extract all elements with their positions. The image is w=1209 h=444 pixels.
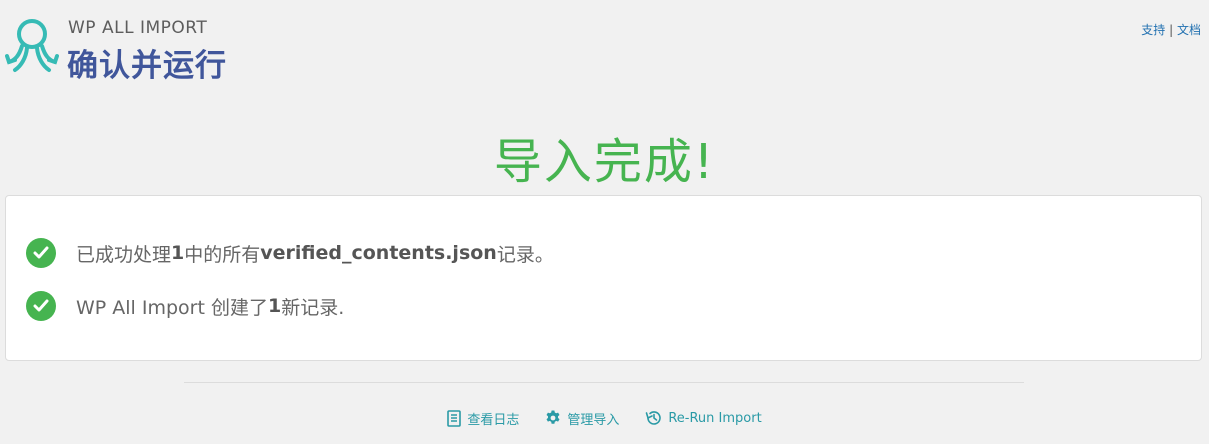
manage-imports-link[interactable]: 管理导入 — [545, 409, 619, 428]
created-count: 1 — [267, 295, 282, 317]
view-log-label: 查看日志 — [467, 412, 520, 428]
view-log-link[interactable]: 查看日志 — [447, 409, 519, 428]
processed-middle: 中的所有 — [184, 243, 261, 266]
brand-name: WP ALL IMPORT — [68, 18, 208, 38]
link-separator: | — [1169, 23, 1174, 37]
rerun-import-label: Re-Run Import — [668, 410, 762, 426]
history-icon — [646, 411, 662, 425]
octopus-logo-icon — [5, 19, 59, 72]
processed-prefix: 已成功处理 — [76, 243, 172, 266]
import-complete-title: 导入完成! — [493, 134, 716, 190]
header: WP ALL IMPORT 确认并运行 支持 | 文档 — [0, 0, 1209, 90]
manage-imports-label: 管理导入 — [567, 412, 620, 428]
page-heading: 确认并运行 — [67, 48, 227, 84]
created-suffix: 新记录. — [281, 296, 345, 319]
gear-icon — [546, 410, 560, 424]
processed-count: 1 — [171, 242, 185, 264]
footer-links: 查看日志 管理导入 Re-Run Import — [0, 406, 1209, 430]
top-links: 支持 | 文档 — [1141, 21, 1201, 38]
rerun-import-link[interactable]: Re-Run Import — [645, 410, 762, 426]
results-panel: 已成功处理 1 中的所有 verified_contents.json 记录。 WP A… — [5, 195, 1202, 361]
support-link[interactable]: 支持 — [1141, 23, 1165, 37]
docs-link[interactable]: 文档 — [1177, 23, 1201, 37]
processed-message: 已成功处理 1 中的所有 verified_contents.json 记录。 — [26, 237, 554, 269]
processed-suffix: 记录。 — [496, 243, 554, 266]
created-message: WP All Import 创建了 1 新记录. — [26, 290, 344, 322]
created-prefix: WP All Import 创建了 — [76, 296, 268, 319]
processed-file: verified_contents.json — [260, 242, 497, 264]
document-icon — [447, 409, 462, 427]
footer-divider — [184, 382, 1024, 383]
check-circle-icon — [26, 291, 56, 321]
check-circle-icon — [26, 238, 56, 268]
